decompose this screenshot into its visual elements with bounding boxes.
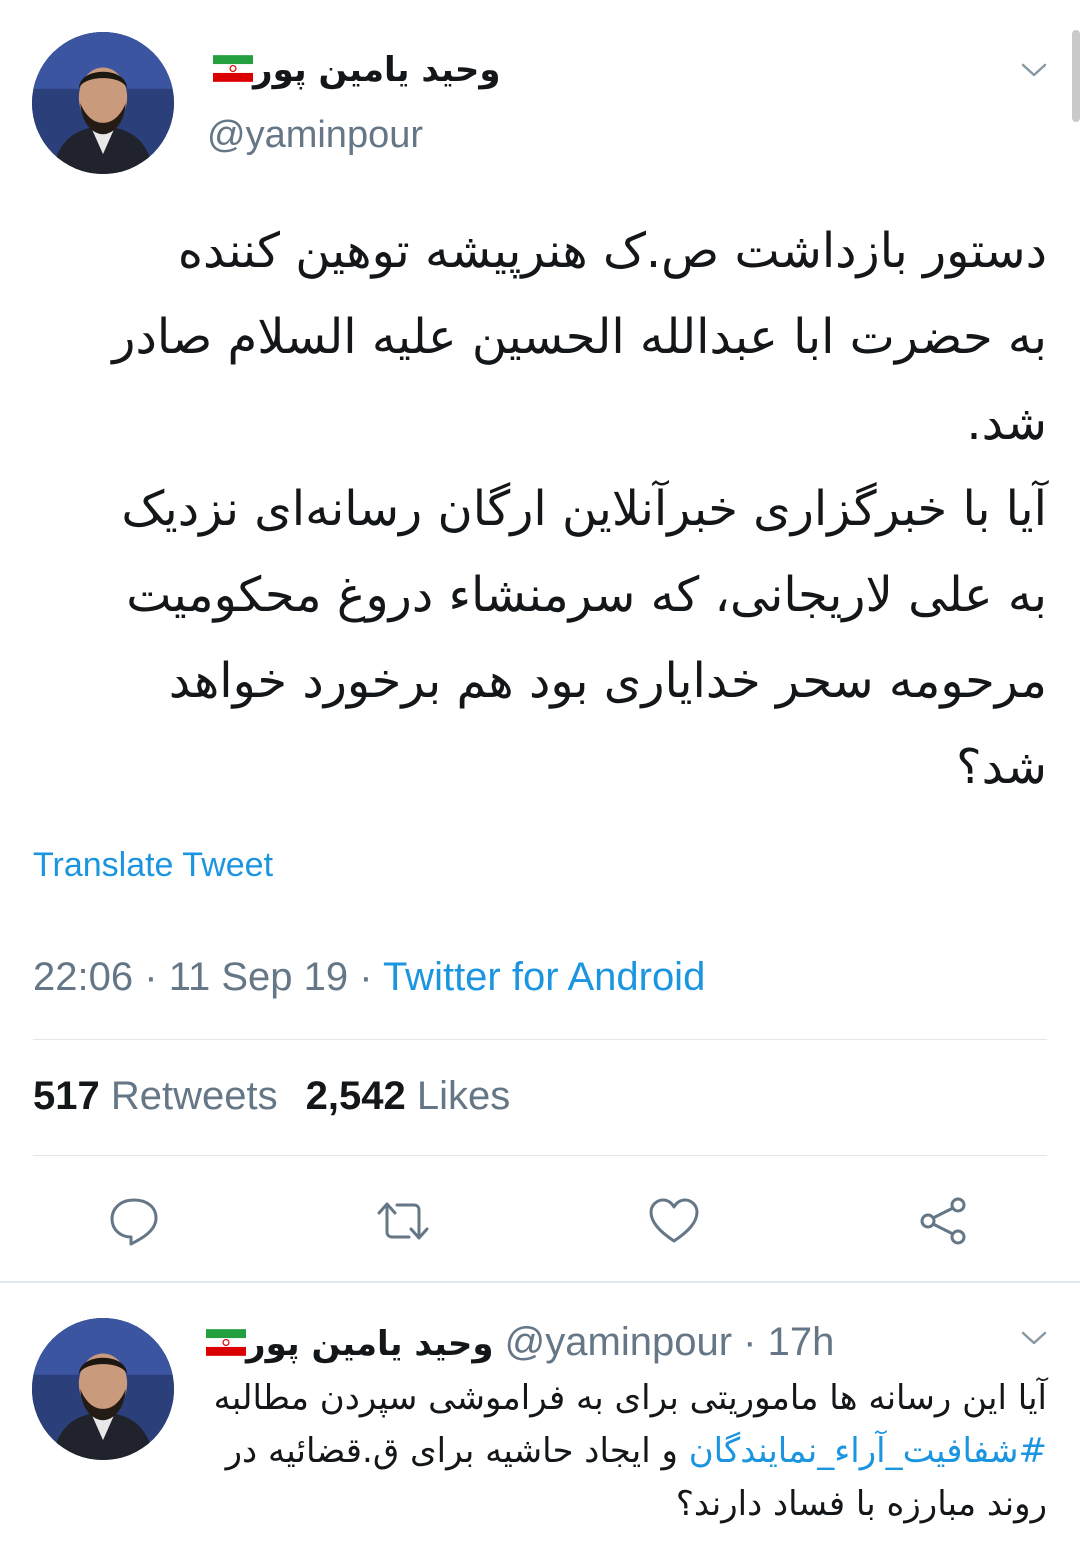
divider (33, 1155, 1047, 1156)
reply-header: وحید یامین پور @yaminpour · 17h (200, 1320, 834, 1365)
heart-icon (649, 1198, 699, 1243)
translate-tweet-link[interactable]: Translate Tweet (33, 846, 273, 885)
display-name[interactable]: وحید یامین پور (207, 50, 501, 90)
likes-label: Likes (416, 1074, 511, 1118)
separator-dot: · (359, 955, 373, 999)
retweets-count: 517 (33, 1074, 100, 1118)
profile-photo (32, 32, 174, 174)
likes-count: 2,542 (305, 1074, 406, 1118)
iran-flag-icon (213, 55, 253, 82)
engagement-stats: 517 Retweets 2,542 Likes (33, 1074, 510, 1119)
retweets-label: Retweets (110, 1074, 278, 1118)
chevron-down-icon[interactable] (1021, 62, 1047, 78)
chevron-down-icon[interactable] (1021, 1330, 1047, 1346)
reply-button[interactable] (107, 1194, 161, 1248)
reply-icon (110, 1198, 158, 1246)
scrollbar[interactable] (1072, 30, 1080, 122)
separator-dot: · (144, 955, 158, 999)
avatar[interactable] (32, 32, 174, 174)
reply-display-name[interactable]: وحید یامین پور (200, 1324, 494, 1364)
tweet-metadata: 22:06 · 11 Sep 19 · Twitter for Android (33, 955, 705, 1000)
username-handle[interactable]: @yaminpour (207, 114, 423, 157)
iran-flag-icon (206, 1329, 246, 1356)
retweet-icon (377, 1202, 429, 1240)
likes-stat[interactable]: 2,542 Likes (306, 1074, 511, 1118)
reply-handle[interactable]: @yaminpour (505, 1320, 732, 1364)
reply-age: 17h (767, 1320, 835, 1364)
share-button[interactable] (916, 1194, 970, 1248)
retweets-stat[interactable]: 517 Retweets (33, 1074, 278, 1118)
separator-dot: · (743, 1320, 757, 1364)
like-button[interactable] (647, 1194, 701, 1248)
retweet-button[interactable] (376, 1194, 430, 1248)
section-divider (0, 1281, 1080, 1283)
divider (33, 1039, 1047, 1040)
tweet-date: 11 Sep 19 (168, 955, 349, 999)
tweet-source-link[interactable]: Twitter for Android (383, 955, 705, 999)
reply-avatar[interactable] (32, 1318, 174, 1460)
hashtag-link[interactable]: #شفافیت_آراء_نمایندگان (689, 1431, 1047, 1471)
tweet-time: 22:06 (33, 955, 134, 999)
reply-text: آیا این رسانه ها ماموریتی برای به فراموش… (213, 1378, 1047, 1524)
share-icon (920, 1197, 966, 1245)
profile-photo (32, 1318, 174, 1460)
tweet-text: دستور بازداشت ص.ک هنرپیشه توهین کننده به… (112, 223, 1047, 795)
